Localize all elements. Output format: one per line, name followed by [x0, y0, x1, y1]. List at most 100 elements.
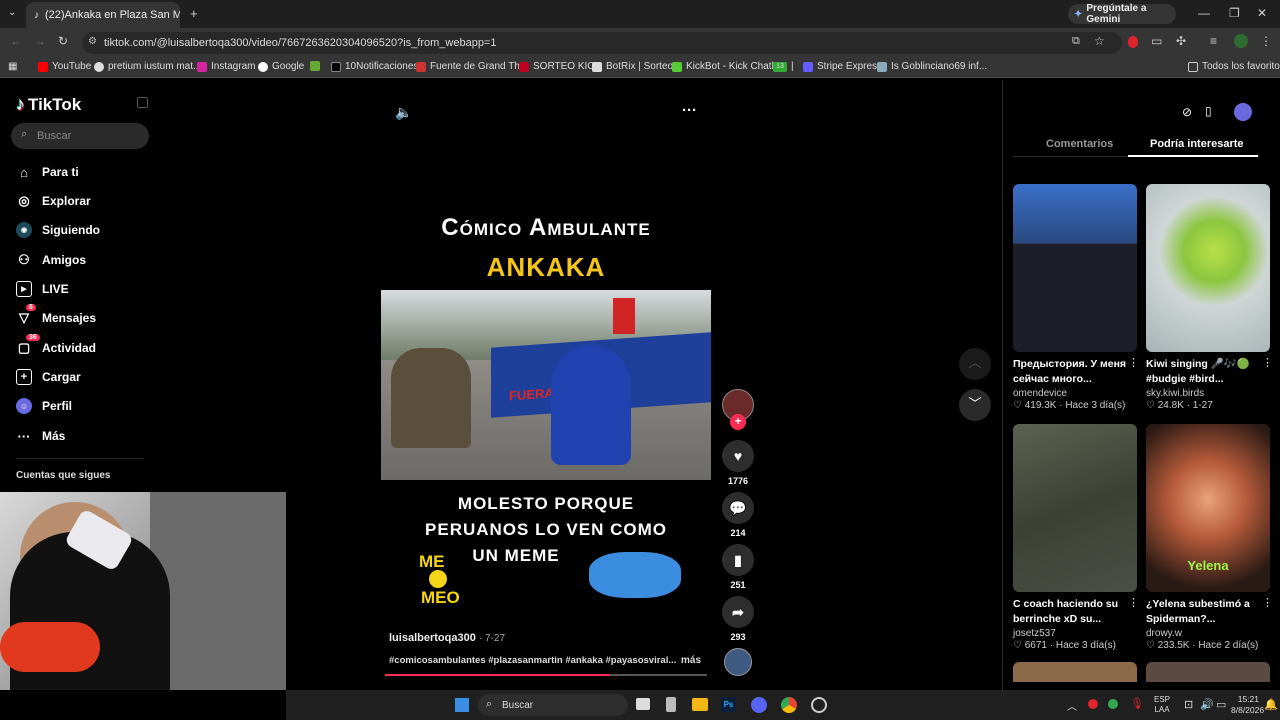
more-link[interactable]: más [681, 655, 701, 666]
back-icon[interactable]: ← [10, 34, 22, 48]
recommended-card[interactable]: Yelena ¿Yelena subestimó a Spiderman?...… [1146, 424, 1270, 651]
webcam-background-wall [150, 492, 286, 690]
sidebar-item-mensajes[interactable]: ▽ 6 Mensajes [16, 304, 96, 326]
window-close-icon[interactable]: ✕ [1257, 6, 1267, 20]
clip-man [551, 345, 631, 465]
gemini-button[interactable]: ✦ Pregúntale a Gemini [1068, 3, 1176, 25]
taskbar-search[interactable]: ⌕ Buscar [478, 694, 628, 716]
sidebar-item-mas[interactable]: ··· Más [16, 428, 66, 444]
extensions-puzzle-icon[interactable]: ✣ [1176, 34, 1186, 48]
bookmark-item[interactable]: Fuente de Grand Th... [416, 61, 528, 72]
sidebar-item-amigos[interactable]: ⚇ Amigos [16, 252, 86, 268]
follow-plus-icon[interactable]: + [730, 414, 746, 430]
chrome-icon[interactable] [781, 697, 797, 713]
all-favorites[interactable]: Todos los favoritos [1188, 61, 1280, 72]
tab-list-icon[interactable]: ⌄ [8, 7, 16, 18]
tiktok-logo[interactable]: ♪ TikTok [16, 94, 81, 115]
card-menu-icon[interactable]: ⋮ [1262, 596, 1273, 609]
tab-comentarios[interactable]: Comentarios [1046, 138, 1113, 150]
volume-icon[interactable]: 🔈 [395, 104, 412, 121]
app-icon[interactable] [811, 697, 827, 713]
sidebar-item-actividad[interactable]: ▢ 36 Actividad [16, 334, 96, 356]
profile-avatar-icon[interactable] [1234, 34, 1248, 48]
save-button[interactable]: ▮ 251 [722, 544, 754, 590]
bookmark-item[interactable]: pretium iustum mat... [94, 61, 201, 72]
extension-red-icon[interactable] [1128, 36, 1138, 48]
tray-chevron-icon[interactable]: ︿ [1067, 698, 1077, 713]
sidebar-item-perfil[interactable]: ☺ Perfil [16, 398, 72, 414]
bookmark-item[interactable]: 10Notificaciones [331, 61, 418, 72]
microphone-icon[interactable]: 🎙 [1130, 697, 1144, 710]
tab-podria-interesarte[interactable]: Podría interesarte [1150, 138, 1244, 150]
card-menu-icon[interactable]: ⋮ [1262, 356, 1273, 369]
recommended-card[interactable]: Предыстория. У меня сейчас много... omen… [1013, 184, 1137, 411]
bookmark-item[interactable]: YouTube [38, 61, 91, 72]
bookmark-item[interactable]: Instagram [197, 61, 255, 72]
new-tab-icon[interactable]: + [190, 6, 198, 21]
battery-icon[interactable]: ▭ [1216, 698, 1226, 711]
tray-app-icon[interactable] [1088, 699, 1098, 709]
reload-icon[interactable]: ↻ [58, 34, 68, 48]
volume-icon[interactable]: 🔊 [1200, 698, 1214, 711]
comment-button[interactable]: 💬 214 [722, 492, 754, 538]
discord-icon[interactable] [751, 697, 767, 713]
card-thumbnail[interactable] [1146, 662, 1270, 682]
video-author[interactable]: luisalbertoqa300 [389, 632, 476, 644]
task-view-icon[interactable] [636, 698, 650, 710]
bookmark-item[interactable]: SORTEO KICK [519, 61, 601, 72]
bookmark-item[interactable]: KickBot - Kick Chatb... [672, 61, 785, 72]
tray-app-icon[interactable] [1108, 699, 1118, 709]
app-icon[interactable] [666, 697, 676, 712]
bookmark-item[interactable]: Is Goblinciano69 inf... [877, 61, 987, 72]
card-thumbnail[interactable] [1013, 662, 1137, 682]
extension-icon[interactable]: ▭ [1151, 34, 1162, 48]
sidebar-item-cargar[interactable]: + Cargar [16, 369, 81, 385]
site-info-icon[interactable]: ⚙ [88, 36, 97, 47]
video-title-line2: ANKAKA [486, 252, 606, 282]
video-options-icon[interactable]: ··· [682, 102, 697, 119]
activity-badge: 36 [26, 334, 40, 341]
sidebar-item-explorar[interactable]: ◎ Explorar [16, 193, 90, 209]
card-menu-icon[interactable]: ⋮ [1128, 596, 1139, 609]
clock[interactable]: 15:21 8/8/2026 [1231, 694, 1264, 716]
url-field[interactable]: ⚙ tiktok.com/@luisalbertoqa300/video/766… [82, 32, 1122, 54]
bookmark-star-icon[interactable]: ☆ [1094, 34, 1105, 48]
coin-icon[interactable]: ⊘ [1182, 105, 1192, 119]
search-input[interactable]: ⌕ Buscar [11, 123, 149, 149]
bookmark-item[interactable]: BotRix | Sorteos [592, 61, 678, 72]
recommended-card[interactable]: C coach haciendo su berrinche xD su... j… [1013, 424, 1137, 651]
video-hashtags[interactable]: #comicosambulantes #plazasanmartin #anka… [389, 655, 679, 666]
next-video-button[interactable]: ﹀ [959, 389, 991, 421]
maximize-icon[interactable]: ❐ [1229, 6, 1240, 20]
share-button[interactable]: ➦ 293 [722, 596, 754, 642]
progress-track[interactable] [385, 674, 707, 676]
notifications-icon[interactable]: 🔔 [1264, 698, 1278, 711]
network-icon[interactable]: ⊡ [1184, 698, 1193, 711]
prev-video-button[interactable]: ︿ [959, 348, 991, 380]
media-control-icon[interactable]: ≡ [1210, 34, 1217, 48]
sidebar-item-siguiendo[interactable]: ◉ Siguiendo [16, 222, 100, 238]
bookmark-item[interactable] [310, 61, 320, 71]
minimize-icon[interactable]: — [1198, 6, 1210, 20]
device-icon[interactable]: ▯ [1205, 104, 1212, 118]
bookmark-item[interactable]: Stripe Express [803, 61, 882, 72]
language-indicator[interactable]: ESP LAA [1154, 695, 1170, 715]
sidebar-item-live[interactable]: ▶ LIVE [16, 281, 69, 297]
collapse-sidebar-icon[interactable] [137, 97, 148, 108]
photoshop-icon[interactable]: Ps [721, 697, 736, 712]
music-disc-icon[interactable] [724, 648, 752, 676]
card-menu-icon[interactable]: ⋮ [1128, 356, 1139, 369]
apps-grid-icon[interactable]: ▦ [8, 61, 17, 72]
user-avatar[interactable] [1234, 103, 1252, 121]
bookmark-item[interactable]: 13 | [773, 61, 794, 72]
forward-icon[interactable]: → [34, 34, 46, 48]
browser-tab[interactable]: ♪ (22)Ankaka en Plaza San M ✕ [26, 2, 180, 28]
bookmark-item[interactable]: Google [258, 61, 304, 72]
recommended-card[interactable]: Kiwi singing 🎤🎶🟢 #budgie #bird... sky.ki… [1146, 184, 1270, 411]
chrome-menu-icon[interactable]: ⋮ [1260, 34, 1272, 48]
like-button[interactable]: ♥ 1776 [722, 440, 754, 486]
windows-start-icon[interactable] [455, 698, 469, 712]
file-explorer-icon[interactable] [692, 698, 708, 711]
install-app-icon[interactable]: ⧉ [1072, 35, 1080, 48]
sidebar-item-para-ti[interactable]: ⌂ Para ti [16, 164, 79, 180]
